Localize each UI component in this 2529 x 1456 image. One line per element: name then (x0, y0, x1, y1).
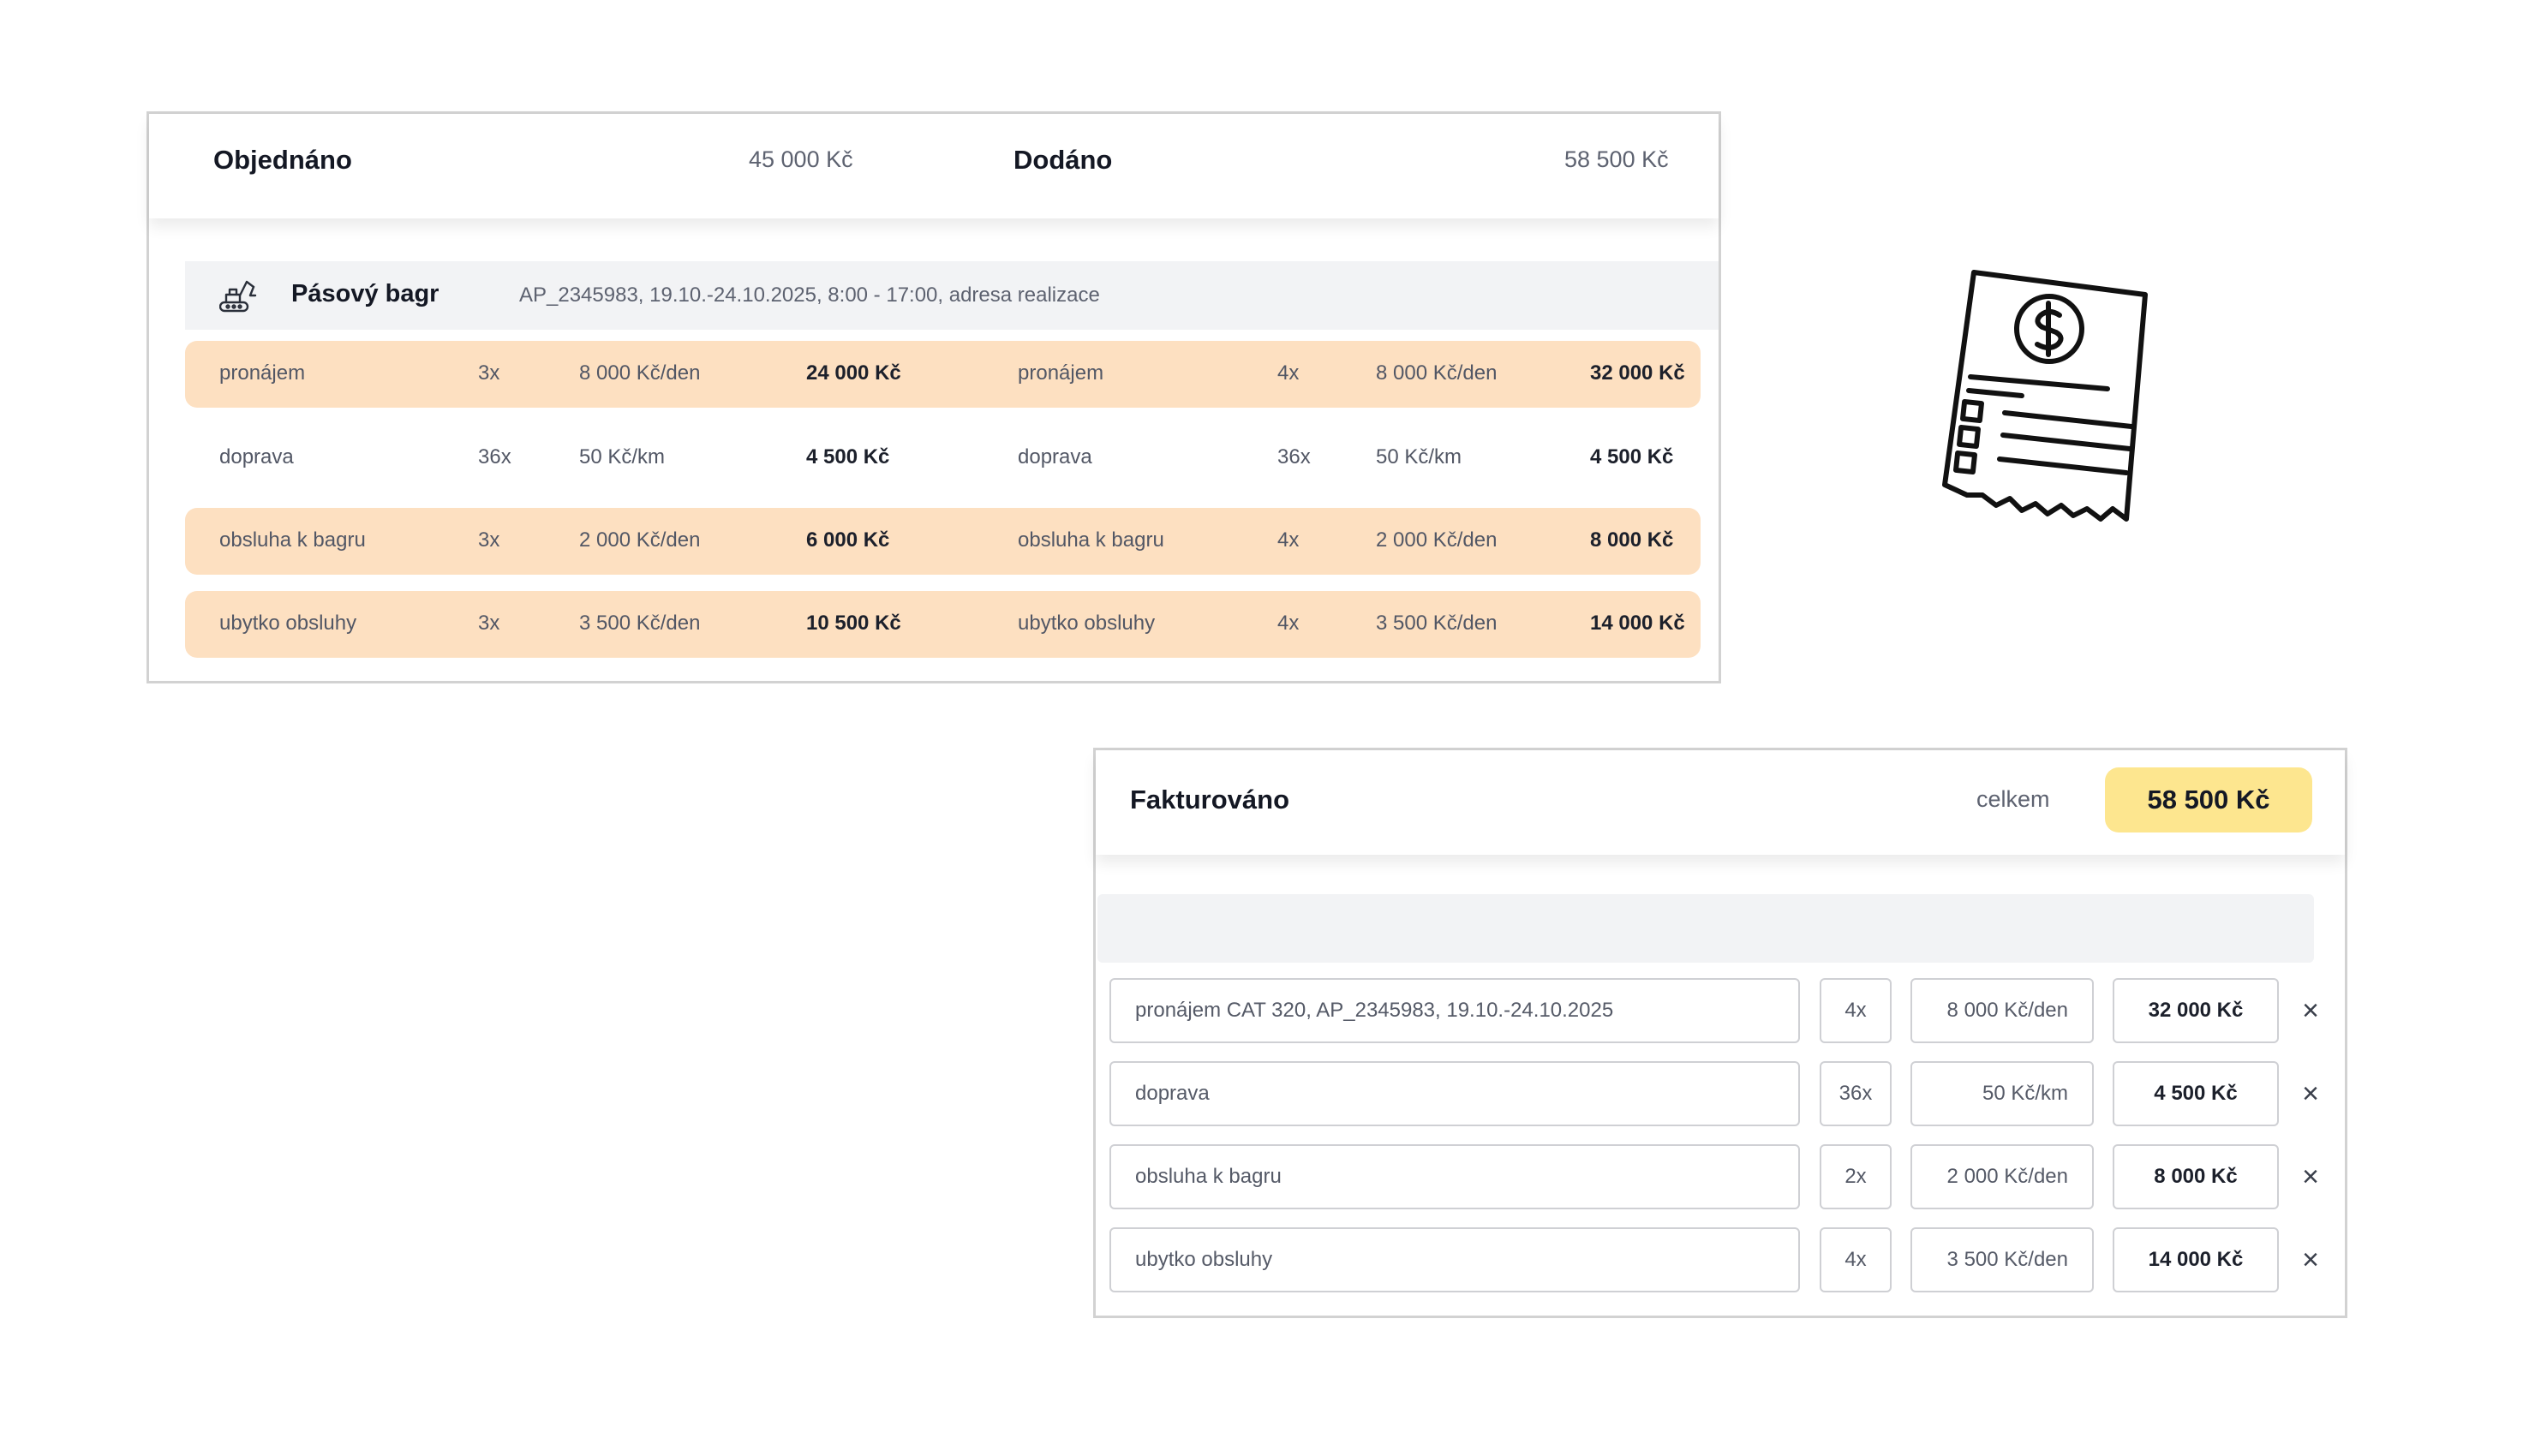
ordered-item-name: ubytko obsluhy (219, 612, 357, 635)
invoice-total-value: 58 500 Kč (2147, 785, 2270, 815)
delivered-item-total: 14 000 Kč (1590, 612, 1685, 635)
invoice-item-qty-field[interactable]: 2x (1820, 1144, 1892, 1209)
invoice-item-total-field[interactable]: 32 000 Kč (2113, 978, 2279, 1043)
ordered-item-price: 50 Kč/km (579, 445, 666, 468)
ordered-item-price: 2 000 Kč/den (579, 528, 701, 552)
invoice-total-badge: 58 500 Kč (2105, 767, 2312, 832)
ordered-item-qty: 36x (478, 445, 511, 468)
invoice-total-label: celkem (1976, 786, 2050, 812)
order-row: pronájem 3x 8 000 Kč/den 24 000 Kč pronájem 4… (185, 341, 1701, 408)
delivered-item-qty: 36x (1277, 445, 1311, 468)
order-row: ubytko obsluhy 3x 3 500 Kč/den 10 500 Kč uby… (185, 591, 1701, 658)
machine-info-bar: Pásový bagr AP_2345983, 19.10.-24.10.202… (185, 261, 1719, 330)
ordered-item-price: 8 000 Kč/den (579, 361, 701, 385)
invoice-header: Fakturováno celkem 58 500 Kč (1096, 750, 2345, 855)
ordered-item-name: pronájem (219, 361, 306, 385)
invoice-item-name-field[interactable]: obsluha k bagru (1109, 1144, 1800, 1209)
invoice-info-bar (1097, 894, 2314, 963)
delivered-item-name: pronájem (1018, 361, 1104, 385)
remove-row-close-icon[interactable]: × (2293, 1077, 2328, 1111)
order-row: obsluha k bagru 3x 2 000 Kč/den 6 000 Kč obs… (185, 508, 1701, 575)
excavator-icon (218, 275, 257, 317)
machine-details: AP_2345983, 19.10.-24.10.2025, 8:00 - 17… (519, 283, 1100, 307)
delivered-item-qty: 4x (1277, 361, 1300, 385)
invoice-item-name-field[interactable]: pronájem CAT 320, AP_2345983, 19.10.-24.… (1109, 978, 1800, 1043)
delivered-item-name: ubytko obsluhy (1018, 612, 1156, 635)
invoice-item-total-field[interactable]: 14 000 Kč (2113, 1227, 2279, 1292)
remove-row-close-icon[interactable]: × (2293, 1160, 2328, 1194)
remove-row-close-icon[interactable]: × (2293, 994, 2328, 1028)
delivered-item-total: 4 500 Kč (1590, 445, 1674, 468)
invoice-item-name-field[interactable]: ubytko obsluhy (1109, 1227, 1800, 1292)
receipt-dollar-icon (1936, 266, 2159, 527)
invoice-item-qty-field[interactable]: 4x (1820, 1227, 1892, 1292)
invoice-item-price-field[interactable]: 3 500 Kč/den (1910, 1227, 2094, 1292)
delivered-item-price: 2 000 Kč/den (1376, 528, 1498, 552)
invoice-panel: Fakturováno celkem 58 500 Kč pronájem CA… (1093, 748, 2347, 1318)
invoice-item-total-field[interactable]: 4 500 Kč (2113, 1061, 2279, 1126)
ordered-item-total: 4 500 Kč (806, 445, 890, 468)
ordered-item-qty: 3x (478, 528, 500, 552)
invoiced-title: Fakturováno (1130, 785, 1290, 815)
delivered-item-price: 8 000 Kč/den (1376, 361, 1498, 385)
delivered-item-name: doprava (1018, 445, 1092, 468)
delivered-item-qty: 4x (1277, 528, 1300, 552)
ordered-item-price: 3 500 Kč/den (579, 612, 701, 635)
delivered-title: Dodáno (1013, 145, 1113, 175)
machine-name: Pásový bagr (291, 280, 439, 307)
invoice-item-total-field[interactable]: 8 000 Kč (2113, 1144, 2279, 1209)
ordered-item-total: 6 000 Kč (806, 528, 890, 552)
delivered-item-qty: 4x (1277, 612, 1300, 635)
ordered-item-total: 24 000 Kč (806, 361, 901, 385)
invoice-item-price-field[interactable]: 2 000 Kč/den (1910, 1144, 2094, 1209)
remove-row-close-icon[interactable]: × (2293, 1243, 2328, 1277)
ordered-item-total: 10 500 Kč (806, 612, 901, 635)
delivered-item-total: 8 000 Kč (1590, 528, 1674, 552)
order-delivery-panel: Objednáno 45 000 Kč Dodáno 58 500 Kč Pás… (146, 111, 1721, 683)
delivered-item-price: 3 500 Kč/den (1376, 612, 1498, 635)
delivered-item-total: 32 000 Kč (1590, 361, 1685, 385)
ordered-item-name: obsluha k bagru (219, 528, 366, 552)
invoice-item-qty-field[interactable]: 36x (1820, 1061, 1892, 1126)
delivered-total: 58 500 Kč (1564, 146, 1669, 172)
order-header: Objednáno 45 000 Kč Dodáno 58 500 Kč (149, 114, 1719, 218)
order-row: doprava 36x 50 Kč/km 4 500 Kč doprava 36x 50 K… (185, 425, 1701, 492)
delivered-item-price: 50 Kč/km (1376, 445, 1462, 468)
ordered-total: 45 000 Kč (749, 146, 853, 172)
invoice-item-price-field[interactable]: 50 Kč/km (1910, 1061, 2094, 1126)
ordered-item-qty: 3x (478, 612, 500, 635)
ordered-item-name: doprava (219, 445, 294, 468)
invoice-item-qty-field[interactable]: 4x (1820, 978, 1892, 1043)
ordered-title: Objednáno (213, 145, 352, 175)
ordered-item-qty: 3x (478, 361, 500, 385)
delivered-item-name: obsluha k bagru (1018, 528, 1164, 552)
invoice-item-name-field[interactable]: doprava (1109, 1061, 1800, 1126)
invoice-item-price-field[interactable]: 8 000 Kč/den (1910, 978, 2094, 1043)
